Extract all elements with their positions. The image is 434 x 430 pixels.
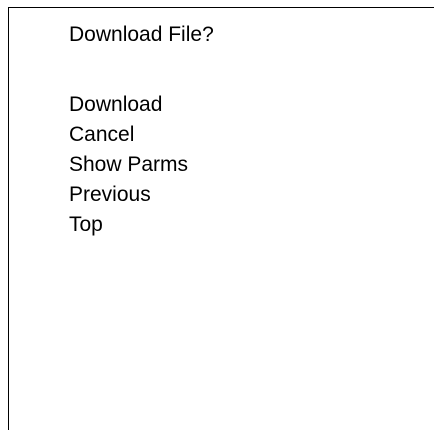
cancel-option[interactable]: Cancel — [69, 122, 188, 152]
dialog-title: Download File? — [69, 23, 214, 46]
previous-option[interactable]: Previous — [69, 182, 188, 212]
top-option[interactable]: Top — [69, 212, 188, 242]
download-dialog-panel: Download File? Download Cancel Show Parm… — [8, 7, 434, 430]
show-parms-option[interactable]: Show Parms — [69, 152, 188, 182]
options-menu: Download Cancel Show Parms Previous Top — [69, 92, 188, 242]
download-option[interactable]: Download — [69, 92, 188, 122]
